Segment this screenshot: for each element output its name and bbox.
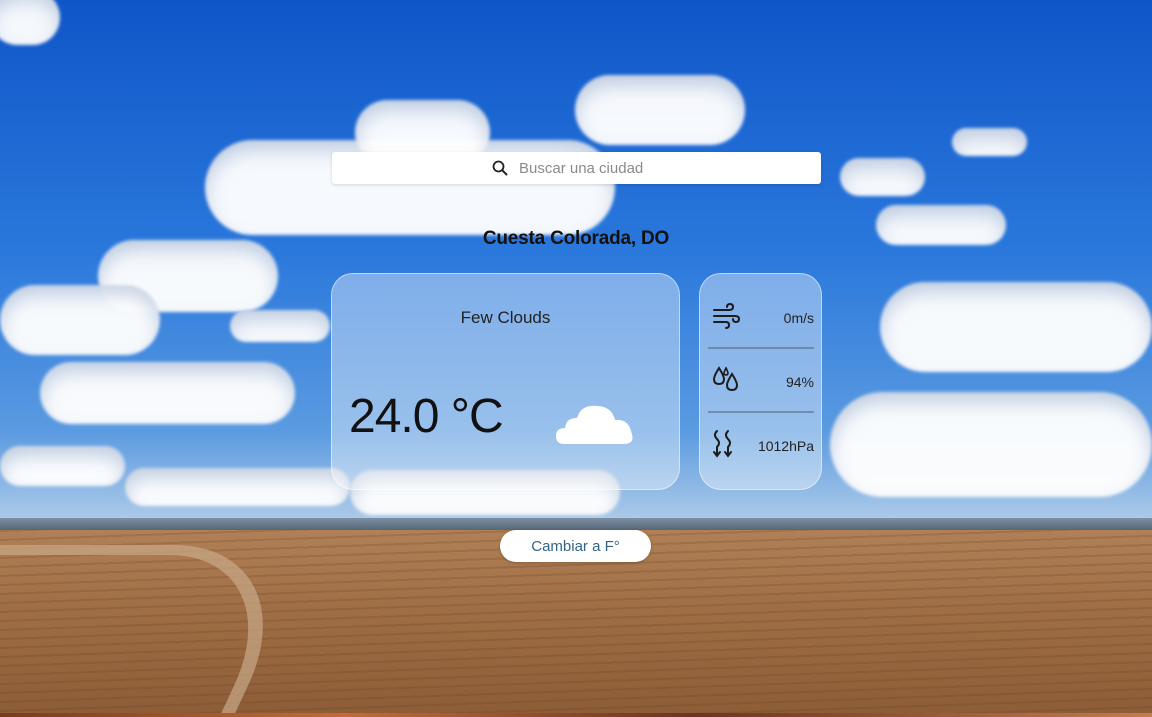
cloud-icon [554, 398, 638, 448]
divider [708, 347, 814, 349]
wind-value: 0m/s [783, 310, 814, 326]
bottom-strip [0, 713, 1152, 717]
background-cloud [40, 362, 295, 424]
search-icon [492, 160, 508, 176]
background-cloud [0, 285, 160, 355]
pressure-icon [712, 429, 740, 464]
weather-stats-card: 0m/s 94% 1012hPa [699, 273, 822, 490]
background-cloud [830, 392, 1152, 497]
toggle-units-button[interactable]: Cambiar a F° [500, 530, 651, 562]
temperature: 24.0 °C [349, 390, 504, 443]
search-bar[interactable] [332, 152, 821, 184]
humidity-icon [712, 365, 740, 399]
city-name: Cuesta Colorada, DO [482, 228, 670, 249]
weather-description: Few Clouds [460, 308, 551, 327]
background-cloud [840, 158, 925, 196]
wind-stat: 0m/s [708, 290, 814, 346]
background-cloud [125, 468, 350, 506]
background-cloud [880, 282, 1152, 372]
background-cloud [952, 128, 1027, 156]
humidity-value: 94% [785, 374, 814, 390]
background-cloud [0, 446, 125, 486]
background-cloud [230, 310, 330, 342]
humidity-stat: 94% [708, 354, 814, 410]
pressure-value: 1012hPa [757, 438, 814, 454]
wind-icon [712, 302, 742, 334]
background-cloud [575, 75, 745, 145]
search-input[interactable] [517, 158, 661, 178]
current-weather-card: Few Clouds 24.0 °C [331, 273, 680, 490]
pressure-stat: 1012hPa [708, 418, 814, 474]
divider [708, 411, 814, 413]
